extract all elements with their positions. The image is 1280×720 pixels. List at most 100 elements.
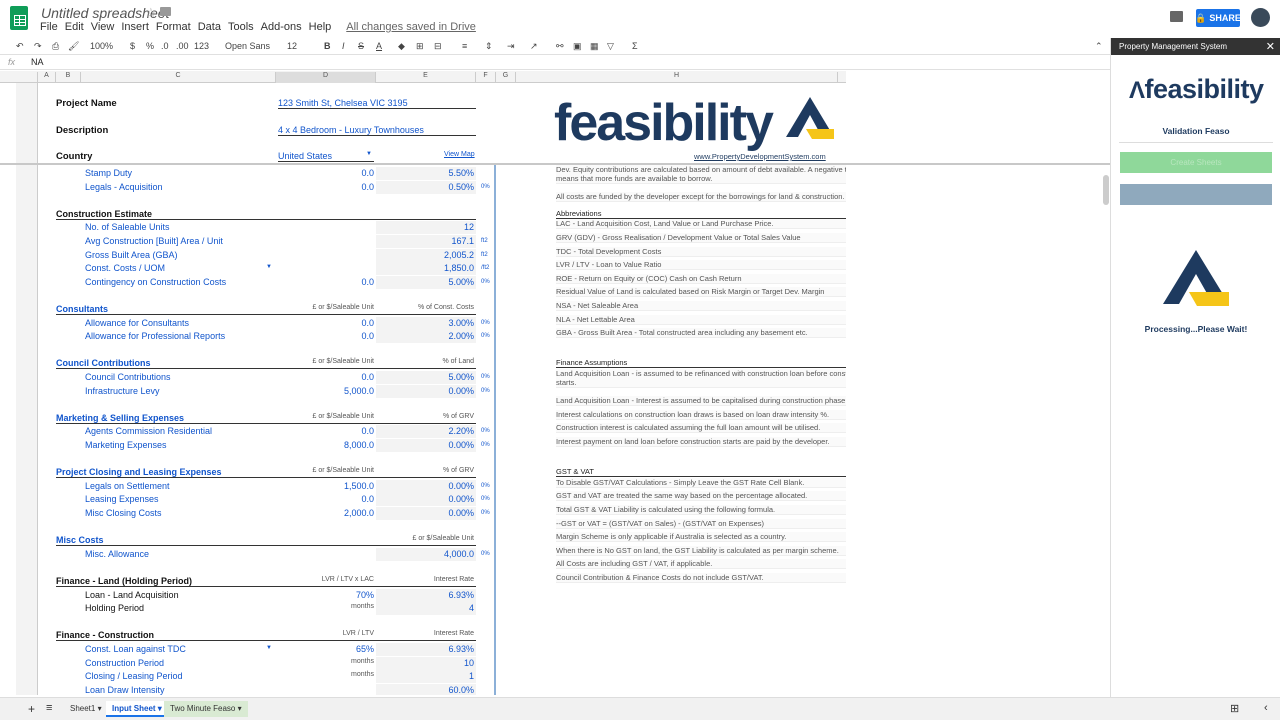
value-cell-d[interactable]: 0.0	[276, 318, 374, 328]
value-cell-d[interactable]: 5,000.0	[276, 386, 374, 396]
value-cell-e[interactable]: 0.00%	[376, 481, 474, 491]
value-cell-e[interactable]: 6.93%	[376, 590, 474, 600]
font-size-select[interactable]: 12	[287, 41, 297, 51]
dropdown-arrow-icon[interactable]: ▼	[266, 264, 272, 270]
close-icon[interactable]: ✕	[1266, 40, 1275, 53]
value-cell-d[interactable]: 0.0	[276, 494, 374, 504]
value-cell-e[interactable]: 60.0%	[376, 685, 474, 695]
corner-cell[interactable]	[16, 72, 38, 83]
menu-format[interactable]: Format	[156, 21, 191, 33]
valign-icon[interactable]: ⇕	[485, 41, 493, 52]
value-cell-d[interactable]: 2,000.0	[276, 508, 374, 518]
value-cell-d[interactable]: 0.0	[276, 331, 374, 341]
value-cell-e[interactable]: 0.00%	[376, 440, 474, 450]
value-cell-e[interactable]: 0.50%	[376, 182, 474, 192]
value-cell-d[interactable]: 70%	[276, 590, 374, 600]
website-link[interactable]: www.PropertyDevelopmentSystem.com	[694, 152, 826, 161]
collapse-icon[interactable]: ⌃	[1095, 41, 1103, 52]
number-format-select[interactable]: 123	[194, 41, 209, 51]
avatar[interactable]	[1251, 8, 1270, 27]
print-icon[interactable]: ⎙	[52, 41, 59, 52]
col-header-g[interactable]: G	[496, 72, 516, 83]
merge-cells-icon[interactable]: ⊟	[434, 41, 442, 52]
increase-decimal-button[interactable]: .00	[176, 41, 189, 51]
value-cell-e[interactable]: 5.50%	[376, 168, 474, 178]
wrap-icon[interactable]: ⇥	[507, 41, 515, 52]
font-select[interactable]: Open Sans	[225, 41, 270, 51]
value-cell-e[interactable]: 10	[376, 658, 474, 668]
col-header-b[interactable]: B	[56, 72, 81, 83]
value-cell-e[interactable]: 0.00%	[376, 386, 474, 396]
value-cell-e[interactable]: 4	[376, 603, 474, 613]
redo-icon[interactable]: ↷	[34, 41, 42, 52]
italic-icon[interactable]: I	[342, 41, 345, 51]
comment-icon[interactable]	[1170, 11, 1183, 22]
value-cell-e[interactable]: 3.00%	[376, 318, 474, 328]
strikethrough-icon[interactable]: S	[358, 41, 364, 51]
currency-button[interactable]: $	[130, 41, 135, 51]
create-sheets-button[interactable]: Create Sheets	[1120, 152, 1272, 173]
col-header-d[interactable]: D	[276, 72, 376, 83]
comment-add-icon[interactable]: ▣	[573, 41, 582, 52]
chevron-left-icon[interactable]: ‹	[1258, 699, 1274, 715]
saved-status[interactable]: All changes saved in Drive	[346, 21, 476, 33]
menu-data[interactable]: Data	[198, 21, 221, 33]
undo-icon[interactable]: ↶	[16, 41, 24, 52]
value-cell-e[interactable]: 0.00%	[376, 508, 474, 518]
menu-file[interactable]: File	[40, 21, 58, 33]
project-name-input[interactable]: 123 Smith St, Chelsea VIC 3195	[278, 98, 476, 109]
all-sheets-icon[interactable]: ≡	[40, 699, 58, 715]
tab-input-sheet[interactable]: Input Sheet ▾	[106, 701, 168, 717]
menu-tools[interactable]: Tools	[228, 21, 254, 33]
value-cell-d[interactable]: 8,000.0	[276, 440, 374, 450]
percent-button[interactable]: %	[146, 41, 154, 51]
col-header-h[interactable]: H	[516, 72, 838, 83]
dropdown-arrow-icon[interactable]: ▼	[266, 645, 272, 651]
star-icon[interactable]: ☆	[145, 5, 157, 21]
sheet-grid[interactable]: 1 2 Project Name 123 Smith St, Chelsea V…	[38, 83, 846, 695]
value-cell-d[interactable]: 65%	[276, 644, 374, 654]
formula-input[interactable]: NA	[31, 57, 44, 67]
align-icon[interactable]: ≡	[462, 41, 467, 51]
value-cell-d[interactable]: 0.0	[276, 182, 374, 192]
rotate-icon[interactable]: ↗	[530, 41, 538, 52]
share-button[interactable]: 🔒 SHARE	[1195, 9, 1241, 27]
value-cell-e[interactable]: 2.20%	[376, 426, 474, 436]
decrease-decimal-button[interactable]: .0	[161, 41, 169, 51]
value-cell-e[interactable]: 5.00%	[376, 277, 474, 287]
view-map-link[interactable]: View Map	[444, 151, 475, 158]
value-cell-e[interactable]: 0.00%	[376, 494, 474, 504]
menu-view[interactable]: View	[91, 21, 115, 33]
col-header-f[interactable]: F	[476, 72, 496, 83]
value-cell-d[interactable]: 0.0	[276, 426, 374, 436]
value-cell-e[interactable]: 12	[376, 222, 474, 232]
secondary-button[interactable]	[1120, 184, 1272, 205]
tab-sheet1[interactable]: Sheet1 ▾	[64, 701, 108, 717]
chart-icon[interactable]: ▦	[590, 41, 599, 52]
value-cell-d[interactable]: 0.0	[276, 277, 374, 287]
value-cell-d[interactable]: 0.0	[276, 372, 374, 382]
sheets-logo-icon[interactable]	[10, 6, 28, 30]
text-color-icon[interactable]: A	[376, 41, 382, 51]
value-cell-e[interactable]: 1,850.0	[376, 263, 474, 273]
zoom-select[interactable]: 100%	[90, 41, 113, 51]
value-cell-e[interactable]: 1	[376, 671, 474, 681]
menu-help[interactable]: Help	[309, 21, 332, 33]
borders-icon[interactable]: ⊞	[416, 41, 424, 52]
value-cell-e[interactable]: 6.93%	[376, 644, 474, 654]
frozen-row-divider[interactable]	[0, 163, 1110, 165]
folder-icon[interactable]	[160, 7, 171, 16]
menu-addons[interactable]: Add-ons	[261, 21, 302, 33]
explore-icon[interactable]: ⊞	[1224, 699, 1245, 715]
value-cell-e[interactable]: 2.00%	[376, 331, 474, 341]
add-sheet-icon[interactable]: +	[22, 699, 41, 716]
col-header-e[interactable]: E	[376, 72, 476, 83]
tab-two-minute-feaso[interactable]: Two Minute Feaso ▾	[164, 701, 248, 717]
value-cell-e[interactable]: 167.1	[376, 236, 474, 246]
paint-format-icon[interactable]: 🖌	[68, 41, 79, 52]
value-cell-e[interactable]: 2,005.2	[376, 250, 474, 260]
menu-edit[interactable]: Edit	[65, 21, 84, 33]
col-header-a[interactable]: A	[38, 72, 56, 83]
fill-color-icon[interactable]: ◆	[398, 41, 405, 52]
menu-insert[interactable]: Insert	[121, 21, 149, 33]
